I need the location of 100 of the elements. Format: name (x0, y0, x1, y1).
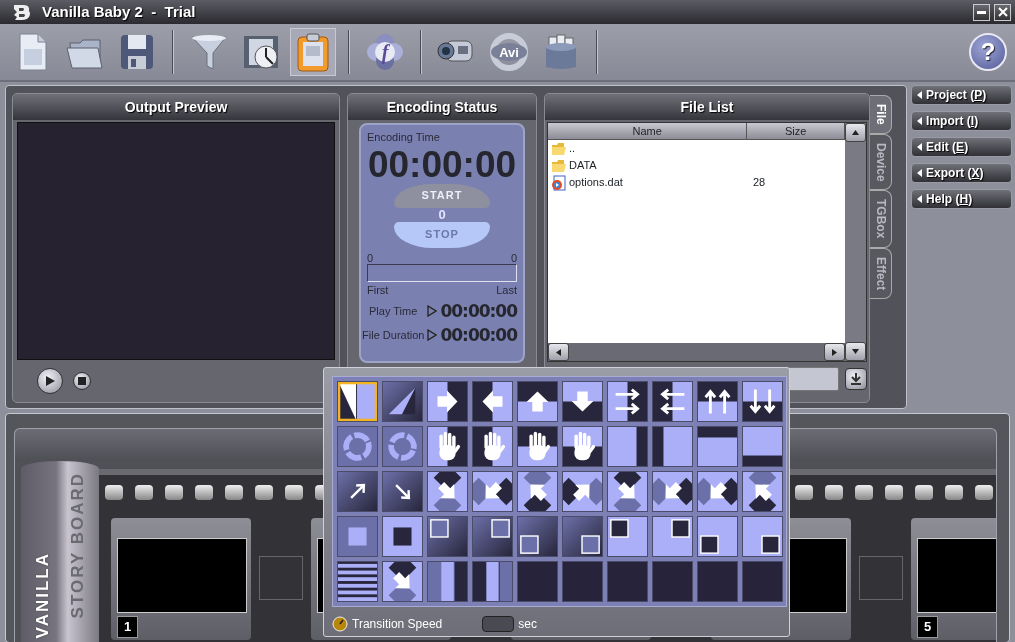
scroll-left-button[interactable] (548, 343, 569, 361)
scroll-down-button[interactable] (845, 342, 866, 361)
play-button[interactable] (37, 368, 63, 394)
transition-tile[interactable] (472, 381, 513, 422)
transition-tile[interactable] (382, 381, 423, 422)
transition-tile[interactable] (337, 426, 378, 467)
menu-button[interactable]: Help (H) (911, 189, 1012, 209)
folder-name[interactable]: .. (567, 140, 753, 157)
file-name[interactable]: options.dat (567, 174, 753, 191)
first-label: First (367, 282, 389, 298)
transition-tile[interactable] (562, 561, 603, 602)
caret-icon (917, 195, 923, 203)
range-start: 0 (367, 251, 374, 264)
minimize-button[interactable] (973, 3, 990, 21)
transition-tile[interactable] (517, 561, 558, 602)
transition-tile[interactable] (382, 516, 423, 557)
side-tab[interactable]: Device (870, 133, 892, 191)
triangle-icon (851, 347, 860, 356)
transition-tile[interactable] (652, 471, 693, 512)
frame-number: 1 (117, 616, 139, 638)
transition-tile[interactable] (472, 516, 513, 557)
last-label: Last (496, 282, 517, 298)
transition-tile[interactable] (562, 471, 603, 512)
transition-tile[interactable] (652, 381, 693, 422)
transition-tile[interactable] (697, 516, 738, 557)
transition-tile[interactable] (427, 516, 468, 557)
stop-button[interactable] (73, 372, 91, 390)
transition-tile[interactable] (337, 471, 378, 512)
transition-tile[interactable] (517, 516, 558, 557)
transition-tile[interactable] (337, 381, 378, 422)
play-time: 00:00:00 (440, 300, 517, 322)
menu-button[interactable]: Export (X) (911, 163, 1012, 183)
transition-tile[interactable] (697, 381, 738, 422)
transition-tile[interactable] (382, 471, 423, 512)
transition-tile[interactable] (697, 561, 738, 602)
brand-label: VANILLA (31, 551, 53, 638)
menu-button[interactable]: Project (P) (911, 85, 1012, 105)
transition-tile[interactable] (652, 561, 693, 602)
caret-icon (917, 169, 923, 177)
transition-tile[interactable] (562, 426, 603, 467)
transition-tile[interactable] (742, 381, 783, 422)
transition-tile[interactable] (652, 426, 693, 467)
transition-tile[interactable] (562, 516, 603, 557)
scroll-right-button[interactable] (824, 343, 845, 361)
transition-tile[interactable] (652, 516, 693, 557)
file-icon (551, 174, 567, 191)
download-icon (849, 372, 863, 386)
side-tab[interactable]: TGBox (870, 190, 892, 248)
transition-tile[interactable] (607, 561, 648, 602)
transition-tile[interactable] (607, 381, 648, 422)
caret-icon (917, 143, 923, 151)
transition-tile[interactable] (607, 516, 648, 557)
transition-tile[interactable] (517, 381, 558, 422)
storyboard-frame[interactable]: 1 (111, 518, 251, 640)
transition-tile[interactable] (472, 426, 513, 467)
transition-tile[interactable] (337, 561, 378, 602)
play-icon (44, 375, 56, 387)
column-header[interactable]: Name (548, 123, 748, 139)
download-button[interactable] (845, 368, 867, 390)
transition-tile[interactable] (562, 381, 603, 422)
transition-tile[interactable] (607, 471, 648, 512)
file-duration: 00:00:00 (440, 324, 517, 346)
side-tab[interactable]: Effect (870, 247, 892, 300)
close-button[interactable] (994, 3, 1011, 21)
transition-tile[interactable] (742, 516, 783, 557)
transition-tile[interactable] (427, 381, 468, 422)
frame-number: 5 (917, 616, 939, 638)
speed-field[interactable] (482, 616, 515, 632)
transition-tile[interactable] (382, 561, 423, 602)
menu-button[interactable]: Edit (E) (911, 137, 1012, 157)
play-icon (427, 305, 438, 317)
transition-tile[interactable] (742, 561, 783, 602)
menu-button[interactable]: Import (I) (911, 111, 1012, 131)
logo-icon (12, 3, 32, 22)
transition-tile[interactable] (472, 561, 513, 602)
label: Encoding Time (367, 130, 441, 145)
storyboard-label: STORY BOARD (67, 471, 88, 618)
transition-tile[interactable] (427, 471, 468, 512)
transition-tile[interactable] (742, 471, 783, 512)
transition-tile[interactable] (742, 426, 783, 467)
transition-tile[interactable] (382, 426, 423, 467)
transition-tile[interactable] (337, 516, 378, 557)
transition-tile[interactable] (517, 471, 558, 512)
file-size: 28 (753, 175, 766, 191)
play-icon (427, 329, 438, 341)
side-tab[interactable]: File (870, 95, 892, 134)
folder-icon (551, 140, 567, 157)
transition-tile[interactable] (697, 471, 738, 512)
range-end: 0 (510, 251, 517, 264)
transition-tile[interactable] (517, 426, 558, 467)
panel-title: Output Preview (13, 94, 339, 120)
transition-tile[interactable] (607, 426, 648, 467)
transition-tile[interactable] (427, 561, 468, 602)
transition-tile[interactable] (472, 471, 513, 512)
transition-tile[interactable] (427, 426, 468, 467)
transition-tile[interactable] (697, 426, 738, 467)
folder-name[interactable]: DATA (567, 157, 753, 174)
storyboard-frame[interactable]: 5 (911, 518, 996, 640)
panel-title: File List (545, 94, 869, 120)
scroll-up-button[interactable] (845, 123, 866, 142)
